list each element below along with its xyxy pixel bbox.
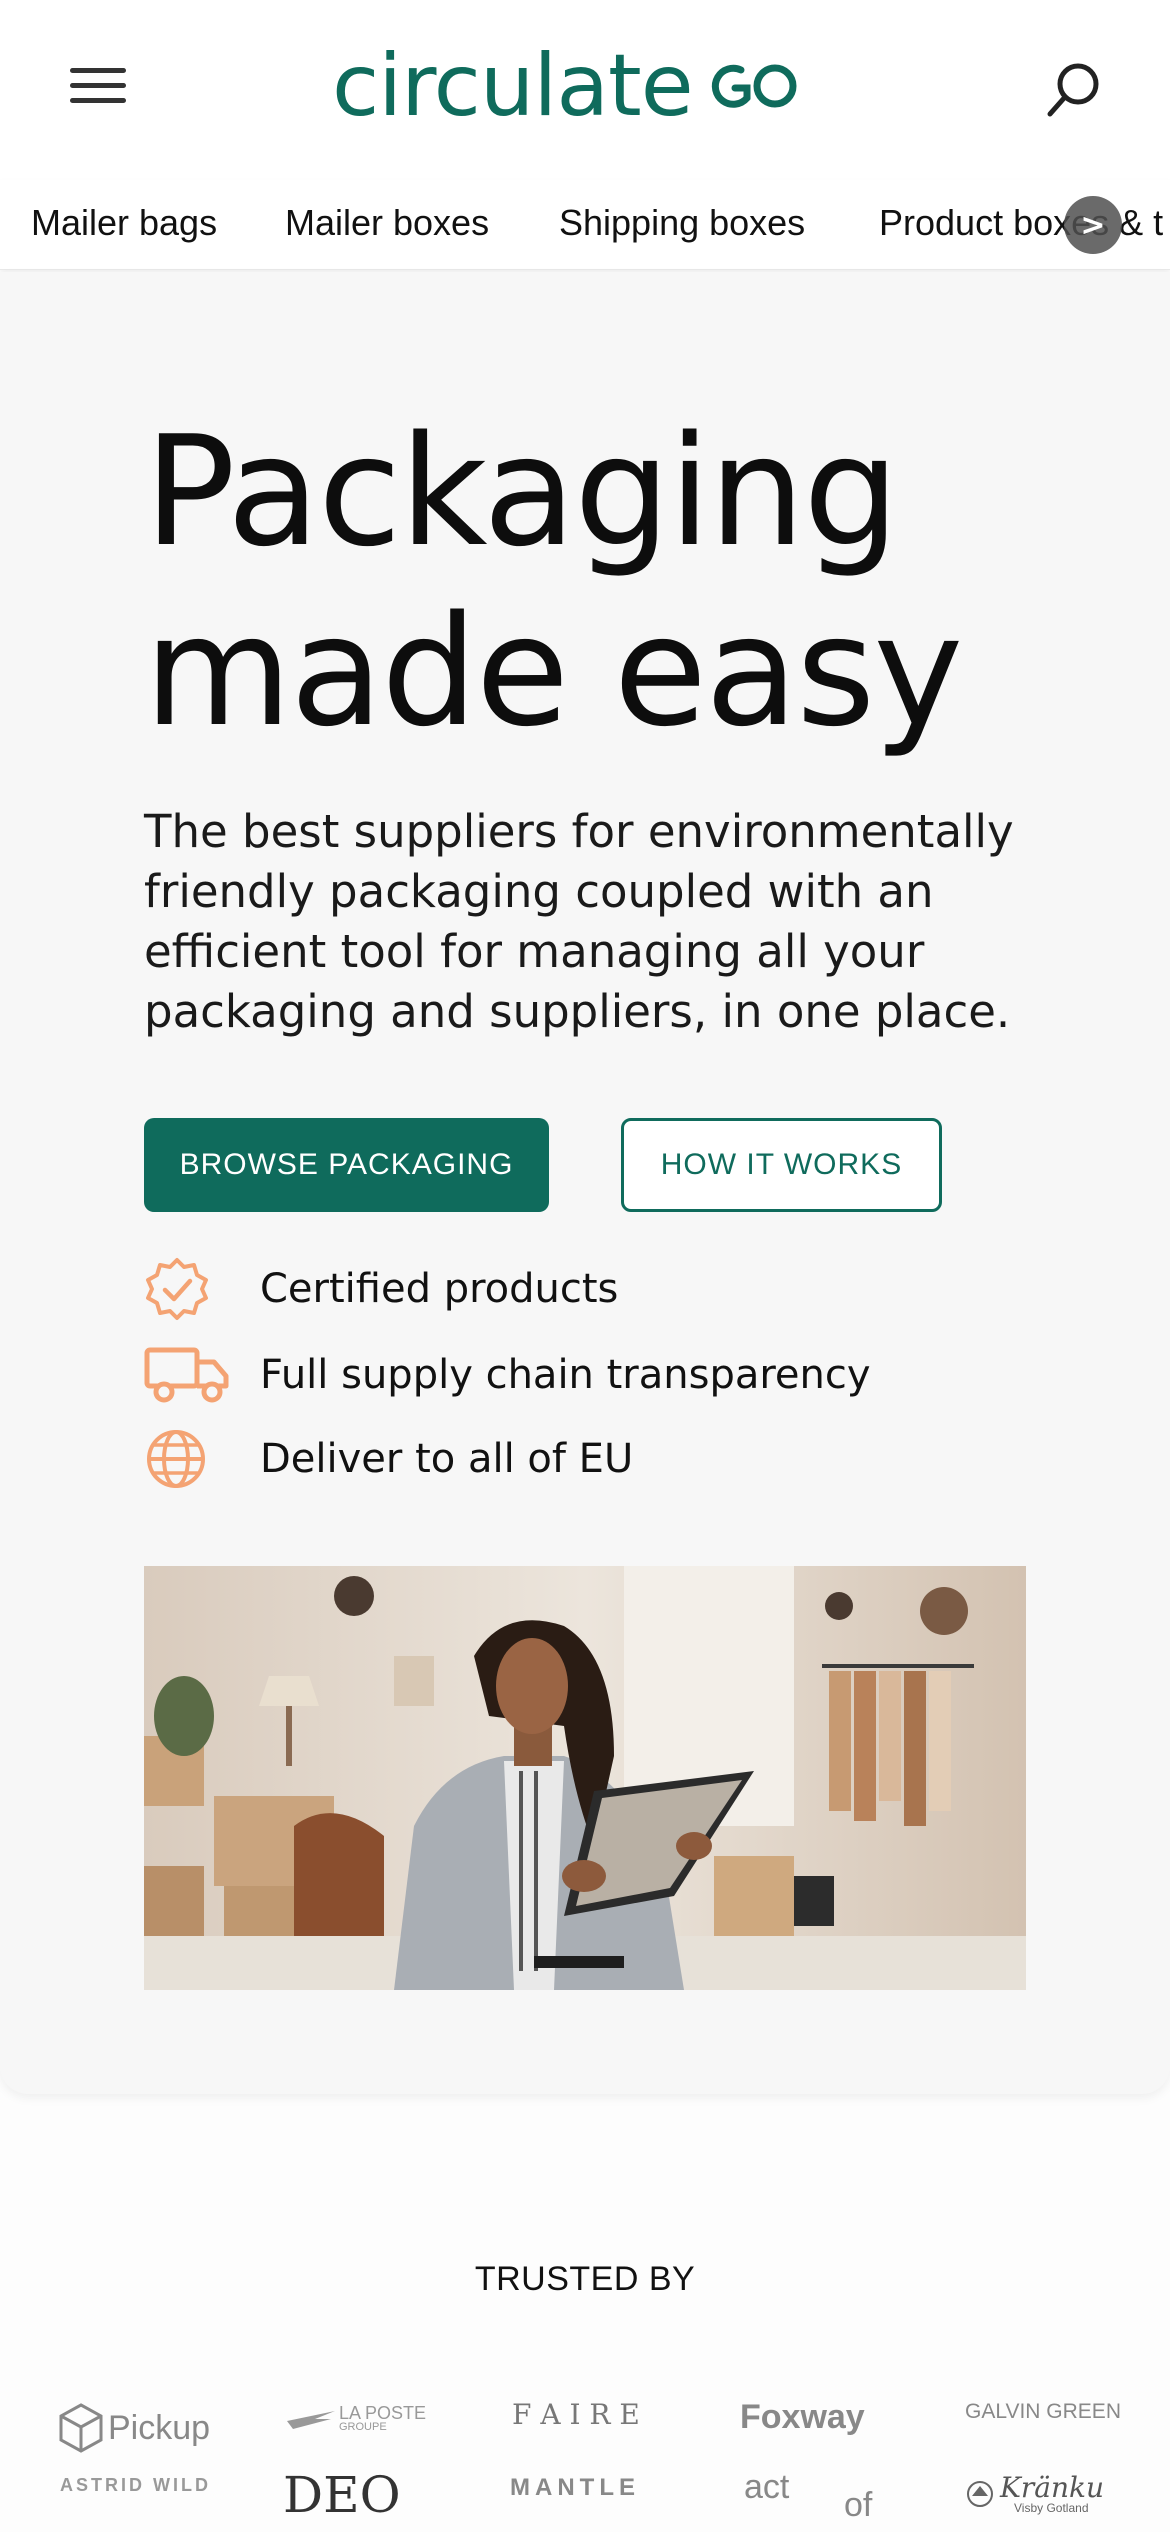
brand-name-sub: GROUPE (339, 2421, 387, 2433)
logo-go-mark (707, 54, 803, 118)
la-poste-bird-icon (287, 2410, 335, 2429)
brand-name: Pickup (108, 2408, 211, 2447)
feature-label: Full supply chain transparency (260, 1352, 871, 1398)
feature-certified: Certified products (144, 1254, 618, 1324)
brand-logo-pickup: Pickup (58, 2402, 210, 2454)
brand-name: Kränku (1000, 2471, 1105, 2504)
logo-text: circulate (332, 36, 694, 136)
site-header: circulate (0, 0, 1170, 180)
browse-packaging-button[interactable]: BROWSE PACKAGING (144, 1118, 549, 1212)
brand-logo-kranku: Kränku Visby Gotland (964, 2474, 1104, 2514)
brand-logo-mantle: MANTLE (510, 2474, 640, 2501)
category-nav: Mailer bags Mailer boxes Shipping boxes … (0, 180, 1170, 270)
brand-logo-act: act (744, 2468, 790, 2506)
hero-title-line2: made easy (144, 583, 963, 760)
nav-item-shipping-boxes[interactable]: Shipping boxes (559, 202, 805, 244)
feature-transparency: Full supply chain transparency (144, 1340, 871, 1410)
feature-eu-delivery: Deliver to all of EU (144, 1424, 633, 1494)
truck-icon (144, 1340, 230, 1410)
hero-subtitle: The best suppliers for environmentally f… (144, 805, 1014, 1038)
brand-logo-astrid-wild: ASTRID WILD (60, 2475, 211, 2495)
feature-label: Certified products (260, 1266, 619, 1312)
nav-item-mailer-boxes[interactable]: Mailer boxes (285, 202, 489, 244)
certified-badge-icon (144, 1254, 230, 1324)
kranku-emblem-icon (967, 2481, 993, 2507)
circulate-logo[interactable]: circulate (332, 36, 803, 136)
brand-logo-faire: F A I R E (512, 2398, 640, 2431)
brand-logo-of: of (844, 2486, 873, 2524)
brand-name: LA POSTE (339, 2403, 427, 2423)
brand-logo-la-poste: LA POSTE GROUPE (285, 2404, 426, 2433)
brand-logo-galvin-green: GALVIN GREEN (965, 2400, 1121, 2423)
hero-section: Packaging made easy The best suppliers f… (0, 272, 1170, 2094)
brand-name: Foxway (740, 2398, 865, 2436)
brand-logo-deo: DEO (283, 2466, 401, 2524)
search-icon[interactable] (1040, 58, 1104, 122)
hamburger-menu-icon[interactable] (70, 68, 126, 112)
chevron-right-icon: > (1080, 207, 1106, 243)
nav-scroll-right-button[interactable]: > (1064, 196, 1122, 254)
trusted-by-heading: TRUSTED BY (474, 2260, 696, 2298)
cube-icon (59, 2403, 103, 2453)
nav-item-mailer-bags[interactable]: Mailer bags (31, 202, 217, 244)
feature-label: Deliver to all of EU (260, 1436, 634, 1482)
hero-image-woman-with-tablet (144, 1566, 1026, 1990)
brand-name-sub: Visby Gotland (1014, 2501, 1089, 2515)
brand-logo-foxway: Foxway (740, 2398, 865, 2437)
hero-title-line1: Packaging (144, 403, 900, 580)
globe-icon (144, 1424, 230, 1494)
hero-title: Packaging made easy (144, 402, 1064, 762)
how-it-works-button[interactable]: HOW IT WORKS (621, 1118, 942, 1212)
